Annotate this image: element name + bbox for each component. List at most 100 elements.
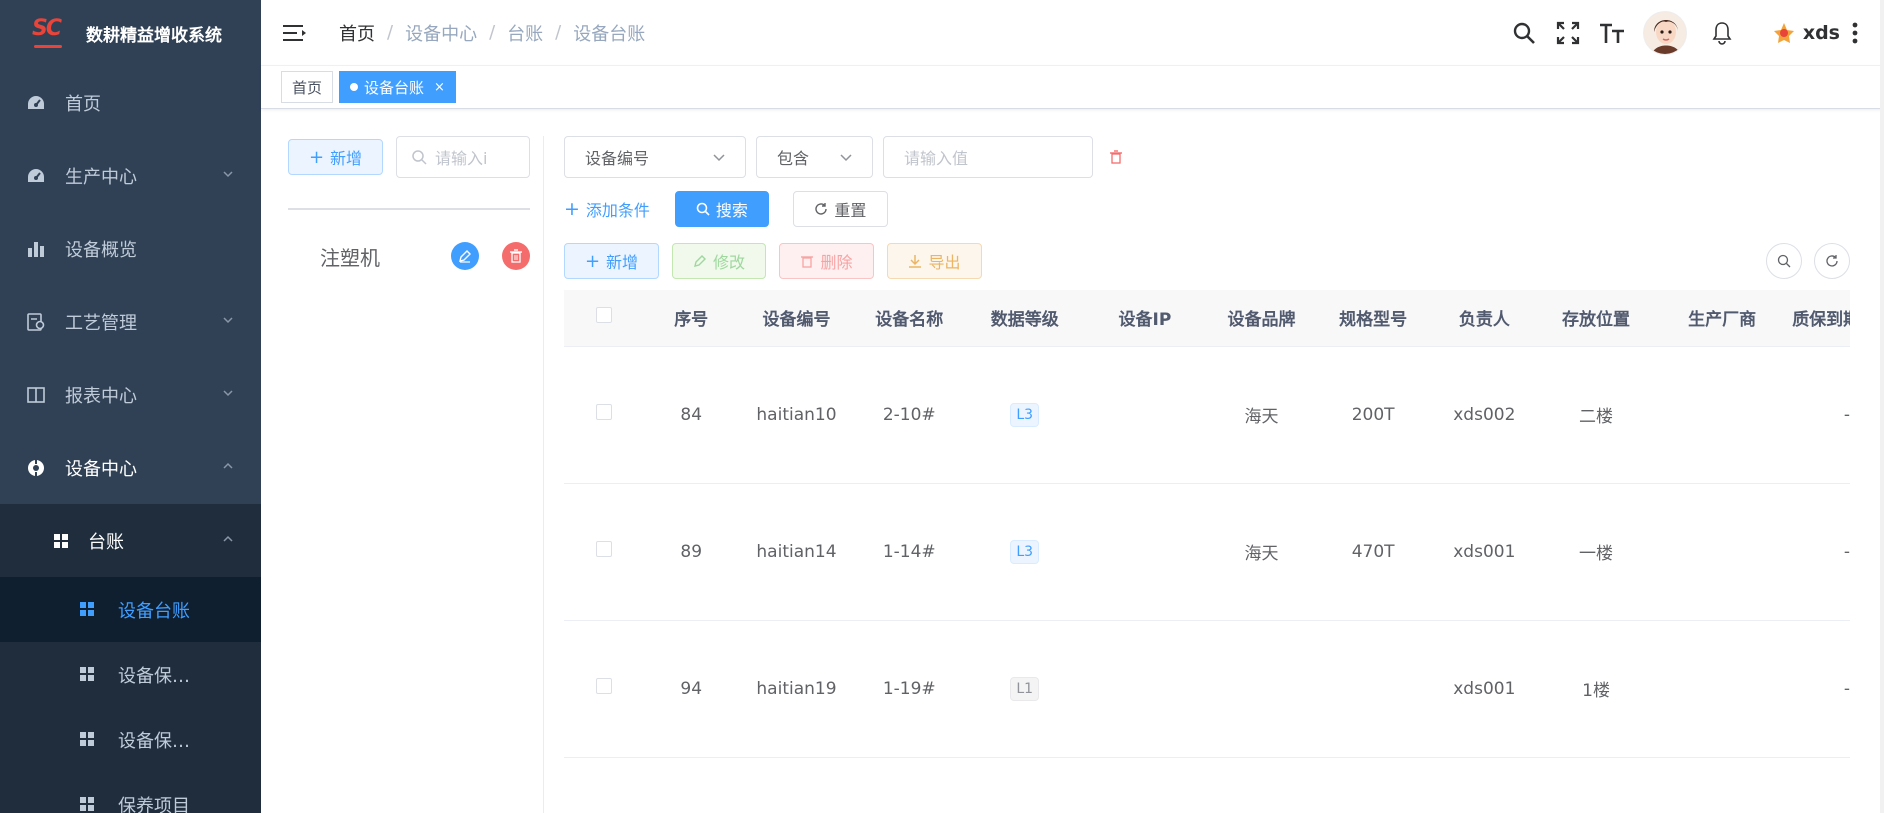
breadcrumb-separator: / [489, 22, 496, 43]
row-checkbox[interactable] [564, 620, 644, 758]
sidebar-item-home[interactable]: 首页 [0, 66, 261, 139]
column-header[interactable]: 生产厂商 [1652, 290, 1793, 347]
cell-maker [1652, 346, 1793, 484]
delete-condition-icon[interactable] [1109, 150, 1123, 164]
column-header[interactable]: 质保到期 [1792, 290, 1850, 347]
cell-ip [1084, 620, 1206, 758]
table-row[interactable]: 84 haitian10 2-10# L3 海天 200T xds002 二楼 … [564, 346, 1850, 484]
close-icon[interactable]: × [434, 80, 445, 95]
more-vertical-icon[interactable] [1850, 20, 1860, 46]
breadcrumb: 首页 / 设备中心 / 台账 / 设备台账 [339, 20, 645, 46]
delete-button[interactable]: 删除 [779, 243, 874, 279]
sidebar-item-process[interactable]: 工艺管理 [0, 285, 261, 358]
cell-ip [1084, 346, 1206, 484]
edit-icon[interactable] [451, 242, 479, 270]
cell-model: 200T [1317, 346, 1429, 484]
row-checkbox[interactable] [564, 483, 644, 621]
grid-icon [80, 731, 96, 748]
sidebar-item-equipment[interactable]: 设备中心 [0, 431, 261, 504]
column-header[interactable]: 设备编号 [739, 290, 854, 347]
add-button[interactable]: + 新增 [564, 243, 659, 279]
tree-node[interactable]: 注塑机 [288, 234, 530, 278]
breadcrumb-item: 台账 [507, 23, 544, 45]
cell-name: 1-19# [853, 620, 965, 758]
sidebar-item-equipment-maint-2[interactable]: 设备保… [0, 707, 261, 772]
plus-icon: + [584, 250, 601, 272]
column-header[interactable]: 序号 [643, 290, 740, 347]
sidebar-item-label: 生产中心 [65, 166, 137, 188]
navbar: 首页 / 设备中心 / 台账 / 设备台账 xds [261, 0, 1884, 66]
sidebar: SC 数耕精益增收系统 首页 生产中心 设备概览 工艺管理 报表中心 设备中心 … [0, 0, 261, 813]
level-badge: L1 [1010, 676, 1040, 701]
row-checkbox[interactable] [564, 346, 644, 484]
value-input[interactable]: 请输入值 [883, 136, 1093, 178]
refresh-icon[interactable] [1814, 243, 1850, 279]
tag-equipment-ledger[interactable]: 设备台账 × [339, 71, 456, 103]
cell-seq: 94 [643, 620, 740, 758]
tag-home[interactable]: 首页 [281, 71, 334, 103]
scrollbar[interactable] [1880, 0, 1884, 813]
tree-add-button[interactable]: + 新增 [288, 139, 383, 175]
refresh-icon [815, 203, 828, 215]
reset-button[interactable]: 重置 [792, 191, 888, 227]
sidebar-item-maint-items[interactable]: 保养项目 [0, 772, 261, 813]
breadcrumb-item[interactable]: 首页 [339, 20, 375, 46]
export-button[interactable]: 导出 [887, 243, 982, 279]
font-size-icon[interactable] [1599, 20, 1625, 46]
cell-seq: 84 [643, 346, 740, 484]
username[interactable]: xds [1803, 22, 1840, 44]
sidebar-item-label: 设备保… [118, 665, 190, 687]
cell-model: 470T [1317, 483, 1429, 621]
logo[interactable]: SC 数耕精益增收系统 [0, 0, 261, 66]
toggle-search-icon[interactable] [1766, 243, 1802, 279]
level-badge: L3 [1010, 539, 1040, 564]
select-all-checkbox[interactable] [564, 290, 644, 347]
sidebar-item-label: 首页 [65, 93, 101, 115]
cell-location: 二楼 [1539, 346, 1653, 484]
sidebar-item-equipment-maint-1[interactable]: 设备保… [0, 642, 261, 707]
hamburger-icon[interactable] [283, 23, 307, 43]
column-header[interactable]: 设备名称 [853, 290, 965, 347]
bell-icon[interactable] [1709, 20, 1735, 46]
column-header[interactable]: 设备品牌 [1205, 290, 1318, 347]
right-menu: xds [1493, 0, 1860, 66]
cell-code: haitian10 [739, 346, 854, 484]
column-header[interactable]: 负责人 [1428, 290, 1540, 347]
sidebar-item-equipment-ledger[interactable]: 设备台账 [0, 577, 261, 642]
add-condition-link[interactable]: + 添加条件 [564, 197, 650, 221]
field-select[interactable]: 设备编号 [564, 136, 746, 178]
sidebar-item-label: 保养项目 [118, 795, 190, 813]
column-header[interactable]: 数据等级 [964, 290, 1085, 347]
fullscreen-icon[interactable] [1555, 20, 1581, 46]
cell-name: 2-10# [853, 346, 965, 484]
cell-warranty: - [1792, 346, 1850, 484]
sidebar-item-label: 工艺管理 [65, 312, 137, 334]
panel-divider [543, 136, 544, 813]
chevron-up-icon [223, 535, 233, 542]
operator-select[interactable]: 包含 [756, 136, 873, 178]
column-header[interactable]: 设备IP [1084, 290, 1206, 347]
process-icon [26, 312, 46, 332]
chevron-down-icon [223, 316, 233, 323]
search-icon[interactable] [1511, 20, 1537, 46]
sidebar-item-ledger[interactable]: 台账 [0, 504, 261, 577]
column-header[interactable]: 存放位置 [1539, 290, 1653, 347]
sidebar-item-overview[interactable]: 设备概览 [0, 212, 261, 285]
breadcrumb-separator: / [387, 22, 394, 43]
edit-button[interactable]: 修改 [672, 243, 766, 279]
tree-search-input[interactable]: 请输入i [396, 136, 530, 178]
sidebar-item-production[interactable]: 生产中心 [0, 139, 261, 212]
cell-brand: 海天 [1205, 483, 1318, 621]
table-row[interactable]: 89 haitian14 1-14# L3 海天 470T xds001 一楼 … [564, 483, 1850, 621]
sidebar-item-reports[interactable]: 报表中心 [0, 358, 261, 431]
search-button[interactable]: 搜索 [674, 191, 769, 227]
avatar[interactable] [1642, 11, 1687, 55]
column-header[interactable]: 规格型号 [1317, 290, 1429, 347]
equipment-table: 序号 设备编号 设备名称 数据等级 设备IP 设备品牌 规格型号 负责人 存放位… [564, 290, 1850, 758]
table-row[interactable]: 94 haitian19 1-19# L1 xds001 1楼 - [564, 620, 1850, 758]
chevron-up-icon [223, 462, 233, 469]
download-icon [909, 255, 922, 268]
cell-seq: 89 [643, 483, 740, 621]
delete-icon[interactable] [502, 242, 530, 270]
cell-code: haitian14 [739, 483, 854, 621]
